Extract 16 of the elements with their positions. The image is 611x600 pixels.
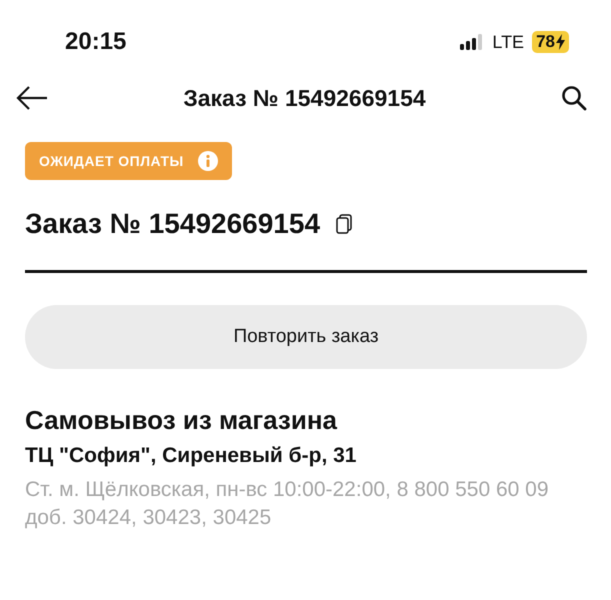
back-arrow-icon[interactable]	[16, 85, 48, 111]
page-title: Заказ № 15492669154	[183, 84, 426, 112]
repeat-order-button[interactable]: Повторить заказ	[25, 305, 587, 369]
status-label: ОЖИДАЕТ ОПЛАТЫ	[39, 153, 184, 169]
order-title: Заказ № 15492669154	[25, 208, 320, 240]
info-icon	[198, 151, 218, 171]
store-address: ТЦ "София", Сиреневый б-р, 31	[25, 444, 358, 468]
battery-percent: 78	[536, 32, 555, 52]
search-icon[interactable]	[561, 85, 587, 111]
bolt-icon	[556, 34, 565, 50]
delivery-method: Самовывоз из магазина	[25, 405, 338, 436]
store-details: Ст. м. Щёлковская, пн-вс 10:00-22:00, 8 800 550 60 09 доб. 30424, 30423, 30425	[25, 477, 550, 531]
copy-icon[interactable]	[336, 214, 352, 234]
signal-icon	[460, 34, 484, 50]
status-time: 20:15	[65, 28, 126, 56]
network-label: LTE	[492, 32, 524, 52]
